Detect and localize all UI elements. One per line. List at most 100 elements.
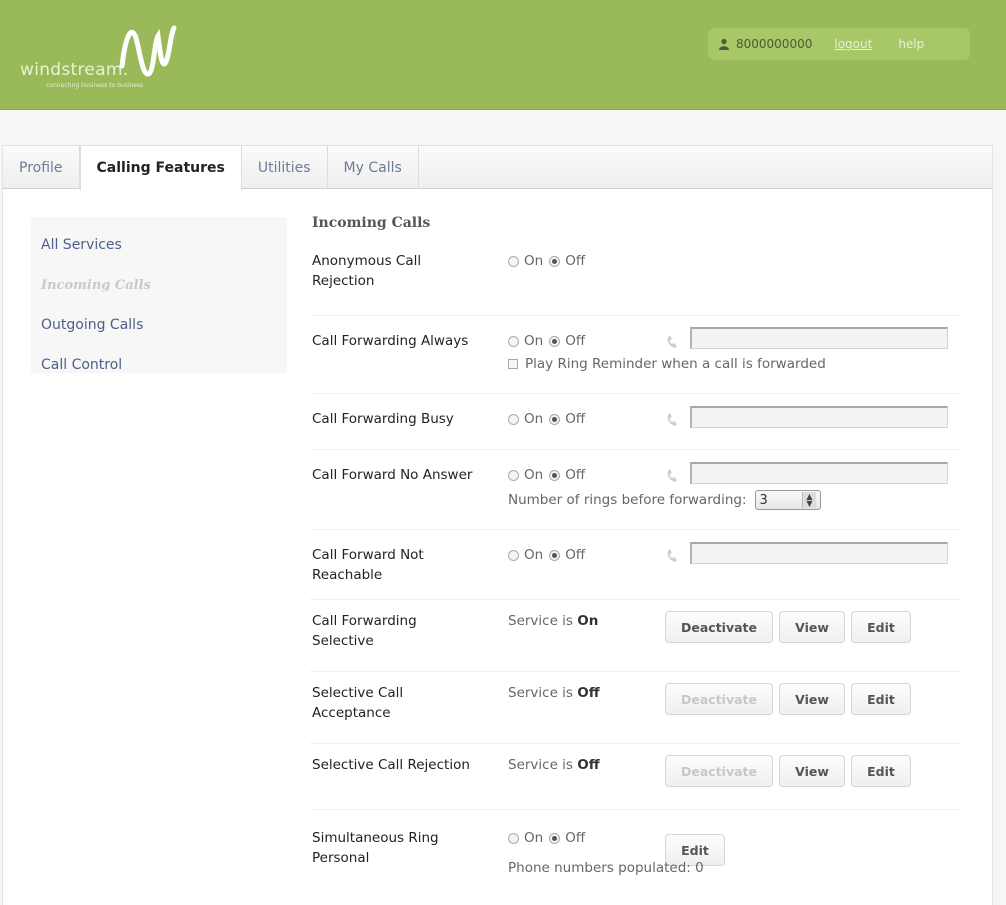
phone-icon — [667, 469, 677, 482]
service-state: Off — [577, 757, 600, 773]
radio-on-label: On — [524, 253, 544, 269]
phone-icon — [667, 335, 677, 348]
phone-numbers-populated: Phone numbers populated: 0 — [508, 860, 704, 876]
phone-icon — [667, 549, 677, 562]
radio-off-label: Off — [565, 547, 586, 563]
logout-link[interactable]: logout — [834, 37, 872, 51]
radio-off-label: Off — [565, 333, 586, 349]
rings-setting: Number of rings before forwarding: 3 ▲ ▼ — [508, 490, 821, 510]
radio-off[interactable] — [549, 549, 561, 561]
ring-reminder-label: Play Ring Reminder when a call is forwar… — [525, 356, 826, 372]
deactivate-button[interactable]: Deactivate — [665, 683, 773, 715]
windstream-logo[interactable]: windstream. connecting business to busin… — [18, 18, 198, 98]
service-state: Off — [577, 685, 600, 701]
radio-on-label: On — [524, 467, 544, 483]
select-arrows-icon: ▲ ▼ — [802, 492, 816, 508]
radio-off-label: Off — [565, 467, 586, 483]
tab-utilities[interactable]: Utilities — [242, 146, 328, 189]
section-title: Incoming Calls — [312, 215, 431, 231]
on-off-radio-group: On Off — [508, 545, 591, 565]
forward-number-input[interactable] — [690, 462, 948, 484]
user-icon — [719, 38, 729, 50]
on-off-radio-group: On Off — [508, 409, 591, 429]
feature-row-forwarding-selective: Call Forwarding Selective Service is On … — [310, 600, 960, 672]
deactivate-button[interactable]: Deactivate — [665, 755, 773, 787]
user-phone-number: 8000000000 — [736, 37, 813, 51]
rings-select-value: 3 — [759, 492, 768, 508]
edit-button[interactable]: Edit — [851, 683, 911, 715]
radio-on[interactable] — [508, 469, 519, 481]
logo-tagline: connecting business to business — [46, 82, 144, 89]
feature-row-simultaneous-ring: Simultaneous Ring Personal On Off Edit P… — [310, 810, 960, 890]
feature-label: Call Forwarding Busy — [312, 411, 454, 427]
radio-off[interactable] — [549, 413, 561, 425]
help-link[interactable]: help — [898, 37, 924, 51]
sidebar-item-incoming-calls[interactable]: Incoming Calls — [31, 265, 287, 305]
feature-label: Anonymous Call Rejection — [312, 253, 422, 289]
tab-profile[interactable]: Profile — [3, 146, 80, 189]
view-button[interactable]: View — [779, 683, 845, 715]
ring-reminder-checkbox[interactable] — [508, 359, 518, 369]
edit-button[interactable]: Edit — [851, 755, 911, 787]
edit-button[interactable]: Edit — [851, 611, 911, 643]
tab-my-calls[interactable]: My Calls — [328, 146, 419, 189]
main-panel: Profile Calling Features Utilities My Ca… — [2, 145, 993, 905]
radio-off-label: Off — [565, 830, 586, 846]
forward-number-input[interactable] — [690, 406, 948, 428]
service-is-label: Service is — [508, 613, 573, 629]
radio-on[interactable] — [508, 832, 519, 844]
radio-on[interactable] — [508, 335, 519, 347]
on-off-radio-group: On Off — [508, 828, 591, 848]
header-bar: windstream. connecting business to busin… — [0, 0, 1006, 110]
tab-calling-features[interactable]: Calling Features — [79, 146, 242, 191]
service-status: Service is Off — [508, 755, 600, 775]
radio-off[interactable] — [549, 469, 561, 481]
feature-row-forwarding-busy: Call Forwarding Busy On Off — [310, 394, 960, 450]
rings-label: Number of rings before forwarding: — [508, 492, 747, 508]
radio-on-label: On — [524, 411, 544, 427]
user-panel: 8000000000 logout help — [708, 28, 970, 60]
radio-on-label: On — [524, 547, 544, 563]
radio-on[interactable] — [508, 413, 519, 425]
sidebar-nav: All Services Incoming Calls Outgoing Cal… — [31, 217, 287, 373]
forward-number-input[interactable] — [690, 542, 948, 564]
feature-row-selective-acceptance: Selective Call Acceptance Service is Off… — [310, 672, 960, 744]
feature-label: Simultaneous Ring Personal — [312, 830, 439, 866]
tab-bar: Profile Calling Features Utilities My Ca… — [3, 145, 992, 191]
service-is-label: Service is — [508, 757, 573, 773]
feature-row-anonymous-rejection: Anonymous Call Rejection On Off — [310, 241, 960, 316]
radio-off-label: Off — [565, 253, 586, 269]
service-status: Service is Off — [508, 683, 600, 703]
rings-select[interactable]: 3 ▲ ▼ — [754, 490, 821, 510]
radio-on[interactable] — [508, 549, 519, 561]
feature-row-forward-no-answer: Call Forward No Answer On Off Number of … — [310, 450, 960, 530]
forward-number-input[interactable] — [690, 327, 948, 349]
feature-row-forwarding-always: Call Forwarding Always On Off Play Ring … — [310, 316, 960, 394]
ring-reminder-option: Play Ring Reminder when a call is forwar… — [508, 356, 826, 372]
sidebar-item-call-control[interactable]: Call Control — [31, 345, 287, 385]
radio-on-label: On — [524, 830, 544, 846]
sidebar-item-all-services[interactable]: All Services — [31, 225, 287, 265]
on-off-radio-group: On Off — [508, 251, 591, 271]
feature-label: Call Forward No Answer — [312, 467, 473, 483]
feature-label: Call Forwarding Always — [312, 333, 469, 349]
deactivate-button[interactable]: Deactivate — [665, 611, 773, 643]
on-off-radio-group: On Off — [508, 331, 591, 351]
radio-off[interactable] — [549, 255, 561, 267]
sidebar-item-outgoing-calls[interactable]: Outgoing Calls — [31, 305, 287, 345]
service-state: On — [577, 613, 599, 629]
view-button[interactable]: View — [779, 755, 845, 787]
radio-on[interactable] — [508, 255, 519, 267]
radio-off[interactable] — [549, 335, 561, 347]
service-is-label: Service is — [508, 685, 573, 701]
radio-off-label: Off — [565, 411, 586, 427]
feature-label: Call Forward Not Reachable — [312, 547, 424, 583]
feature-label: Call Forwarding Selective — [312, 613, 417, 649]
radio-off[interactable] — [549, 832, 561, 844]
view-button[interactable]: View — [779, 611, 845, 643]
feature-label: Selective Call Acceptance — [312, 685, 404, 721]
incoming-calls-content: Incoming Calls Anonymous Call Rejection … — [310, 213, 960, 890]
radio-on-label: On — [524, 333, 544, 349]
on-off-radio-group: On Off — [508, 465, 591, 485]
feature-row-forward-not-reachable: Call Forward Not Reachable On Off — [310, 530, 960, 600]
